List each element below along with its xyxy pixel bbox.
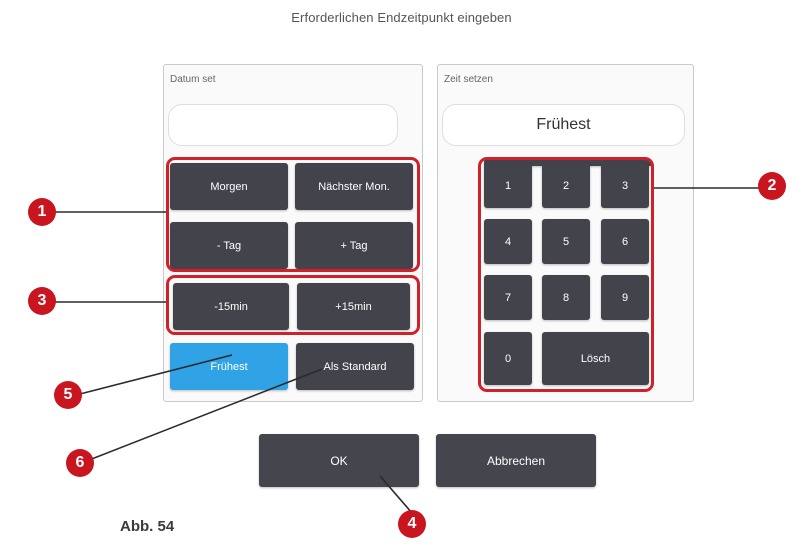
leader-line-4 xyxy=(379,475,413,514)
leader-line-6 xyxy=(83,368,323,463)
callout-2: 2 xyxy=(758,172,786,200)
callout-1: 1 xyxy=(28,198,56,226)
callout-4: 4 xyxy=(398,510,426,538)
leader-line-5 xyxy=(79,354,233,395)
callout-3: 3 xyxy=(28,287,56,315)
callout-6: 6 xyxy=(66,449,94,477)
callout-leader-lines xyxy=(44,187,760,514)
figure-caption: Abb. 54 xyxy=(120,518,175,535)
callout-5: 5 xyxy=(54,381,82,409)
